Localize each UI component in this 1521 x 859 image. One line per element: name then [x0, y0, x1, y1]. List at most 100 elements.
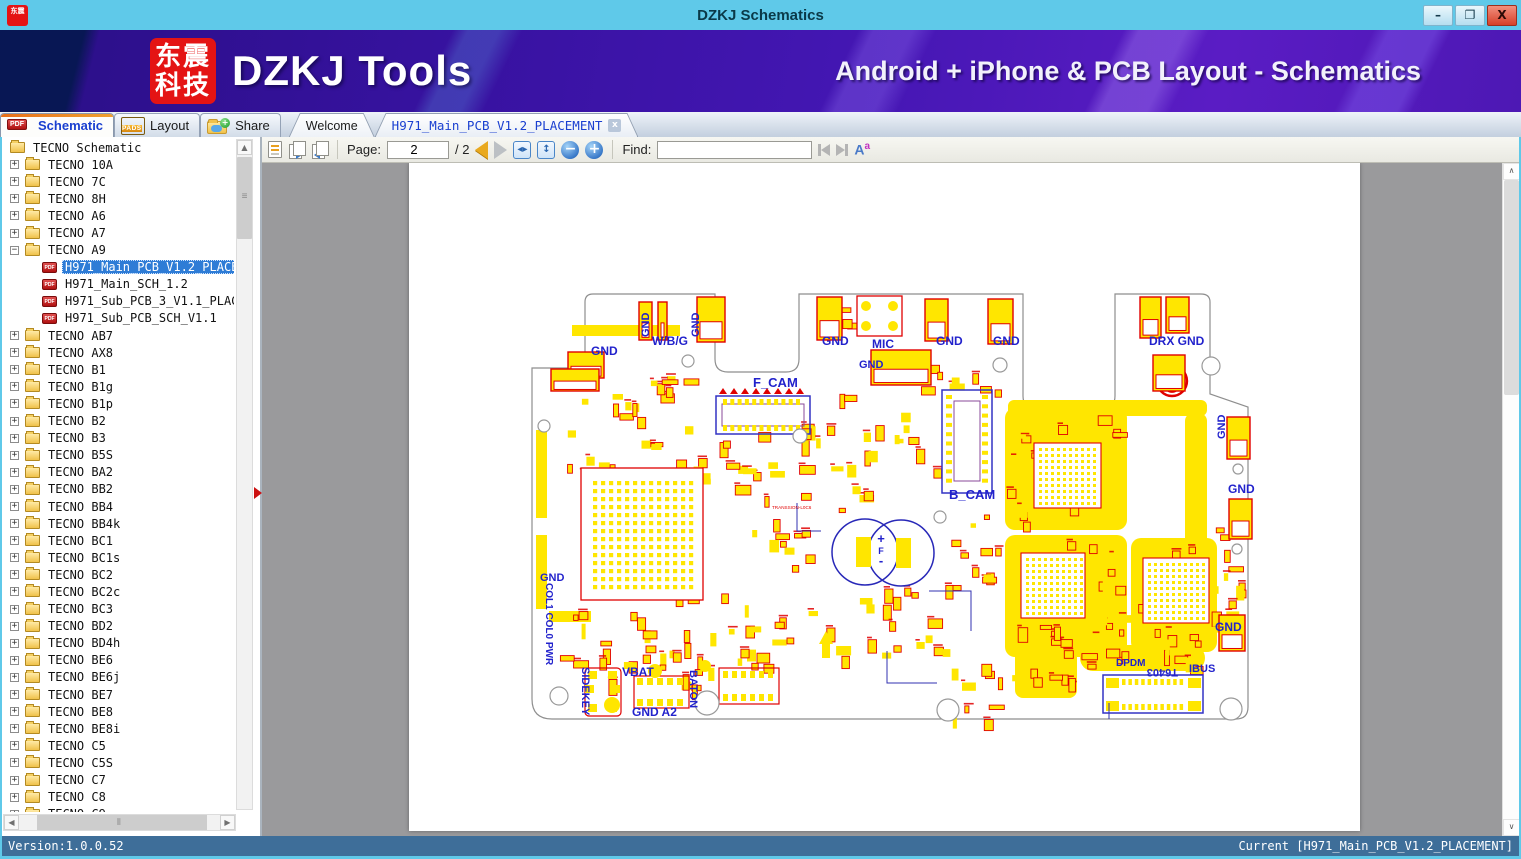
tree-item-folder[interactable]: TECNO Schematic — [2, 139, 234, 156]
tree-vscroll-thumb[interactable] — [237, 157, 252, 239]
expand-icon[interactable]: + — [10, 519, 19, 529]
tree-item-folder[interactable]: + TECNO C7 — [2, 771, 234, 788]
tree-item-label[interactable]: TECNO C8 — [45, 790, 109, 804]
font-size-icon[interactable]: Aa — [854, 141, 870, 158]
tree-item-folder[interactable]: + TECNO BC1s — [2, 549, 234, 566]
tree-item-label[interactable]: TECNO C9 — [45, 807, 109, 812]
tree-item-label[interactable]: H971_Sub_PCB_3_V1.1_PLACEMENT — [62, 294, 234, 308]
tree-item-label[interactable]: TECNO BE8 — [45, 705, 116, 719]
tree-item-label[interactable]: TECNO AX8 — [45, 346, 116, 360]
tree-item-folder[interactable]: + TECNO BB4k — [2, 515, 234, 532]
scroll-up-icon[interactable]: ▲ — [237, 140, 252, 155]
find-next-icon[interactable] — [836, 143, 849, 156]
prev-document-icon[interactable] — [288, 141, 306, 159]
tree-item-folder[interactable]: + TECNO B1p — [2, 395, 234, 412]
doc-tab-placement[interactable]: H971_Main_PCB_V1.2_PLACEMENT x — [376, 114, 638, 137]
tree-item-folder[interactable]: + TECNO BC2c — [2, 583, 234, 600]
previous-page-icon[interactable] — [475, 140, 489, 159]
expand-icon[interactable]: + — [10, 587, 19, 597]
expand-icon[interactable]: + — [10, 741, 19, 751]
next-page-icon[interactable] — [494, 140, 508, 159]
tree-item-label[interactable]: TECNO BB4k — [45, 517, 123, 531]
tab-layout[interactable]: PADS Layout — [114, 113, 201, 137]
fit-width-icon[interactable]: ◂▸ — [513, 140, 532, 159]
expand-icon[interactable]: + — [10, 382, 19, 392]
tree-item-label[interactable]: TECNO BC2c — [45, 585, 123, 599]
viewer-scroll-up-icon[interactable]: ∧ — [1503, 163, 1519, 180]
tree-item-folder[interactable]: + TECNO BD2 — [2, 618, 234, 635]
expand-icon[interactable]: + — [10, 228, 19, 238]
tree-item-folder[interactable]: + TECNO BA2 — [2, 464, 234, 481]
tree-item-folder[interactable]: + TECNO BC2 — [2, 566, 234, 583]
tree-item-label[interactable]: TECNO B5S — [45, 448, 116, 462]
tree-item-pdf[interactable]: PDF H971_Main_PCB_V1.2_PLACEMENT — [2, 259, 234, 276]
tree-item-label[interactable]: TECNO B1p — [45, 397, 116, 411]
tree-item-label[interactable]: TECNO BB2 — [45, 482, 116, 496]
find-previous-icon[interactable] — [818, 143, 831, 156]
tree-item-folder[interactable]: − TECNO A9 — [2, 242, 234, 259]
tree-item-label[interactable]: TECNO BD2 — [45, 619, 116, 633]
expand-icon[interactable]: + — [10, 433, 19, 443]
tree-item-label[interactable]: TECNO 10A — [45, 158, 116, 172]
tree-item-label[interactable]: H971_Sub_PCB_SCH_V1.1 — [62, 311, 220, 325]
tree-item-folder[interactable]: + TECNO C5 — [2, 737, 234, 754]
tree-horizontal-scrollbar[interactable]: ◀ ▶ — [3, 814, 236, 831]
tree-item-folder[interactable]: + TECNO C9 — [2, 806, 234, 812]
tree-item-folder[interactable]: + TECNO 7C — [2, 173, 234, 190]
close-button[interactable]: X — [1487, 4, 1517, 26]
tab-schematic[interactable]: PDF Schematic — [0, 113, 169, 137]
viewer-vscroll-thumb[interactable] — [1504, 180, 1519, 395]
viewer-scroll-down-icon[interactable]: ∨ — [1503, 819, 1519, 836]
tree-item-label[interactable]: TECNO BA2 — [45, 465, 116, 479]
tree-item-folder[interactable]: + TECNO B3 — [2, 430, 234, 447]
single-page-icon[interactable] — [268, 141, 282, 158]
tree-item-label[interactable]: TECNO B1g — [45, 380, 116, 394]
tree-item-label[interactable]: TECNO BC3 — [45, 602, 116, 616]
tree-item-pdf[interactable]: PDF H971_Sub_PCB_SCH_V1.1 — [2, 310, 234, 327]
tree-item-folder[interactable]: + TECNO A6 — [2, 207, 234, 224]
tree-item-label[interactable]: TECNO BB4 — [45, 500, 116, 514]
expand-icon[interactable]: + — [10, 638, 19, 648]
tree-item-label[interactable]: TECNO A9 — [45, 243, 109, 257]
tree-item-label[interactable]: TECNO A7 — [45, 226, 109, 240]
tree-item-label[interactable]: H971_Main_SCH_1.2 — [62, 277, 191, 291]
tree-item-folder[interactable]: + TECNO BC3 — [2, 601, 234, 618]
tree-item-folder[interactable]: + TECNO BB2 — [2, 481, 234, 498]
tree-item-pdf[interactable]: PDF H971_Main_SCH_1.2 — [2, 276, 234, 293]
tree-item-folder[interactable]: + TECNO BD4h — [2, 635, 234, 652]
collapse-icon[interactable]: − — [10, 245, 19, 255]
tree-item-folder[interactable]: + TECNO BB4 — [2, 498, 234, 515]
fit-page-icon[interactable]: ↕ — [537, 140, 556, 159]
expand-icon[interactable]: + — [10, 450, 19, 460]
expand-icon[interactable]: + — [10, 331, 19, 341]
tree-item-label[interactable]: TECNO BD4h — [45, 636, 123, 650]
tree-item-folder[interactable]: + TECNO B1 — [2, 361, 234, 378]
zoom-in-icon[interactable]: + — [585, 140, 604, 159]
scroll-left-icon[interactable]: ◀ — [4, 815, 19, 830]
tree-item-folder[interactable]: + TECNO 8H — [2, 190, 234, 207]
viewer-vertical-scrollbar[interactable]: ∧ ∨ — [1502, 163, 1519, 836]
tree-item-label[interactable]: TECNO C5S — [45, 756, 116, 770]
tree-item-label[interactable]: TECNO BE8i — [45, 722, 123, 736]
expand-icon[interactable]: + — [10, 621, 19, 631]
tree-hscroll-thumb[interactable] — [37, 815, 207, 830]
expand-icon[interactable]: + — [10, 775, 19, 785]
tree-item-label[interactable]: TECNO BC2 — [45, 568, 116, 582]
tree-item-folder[interactable]: + TECNO BE8 — [2, 703, 234, 720]
next-document-icon[interactable] — [310, 141, 329, 159]
expand-icon[interactable]: + — [10, 160, 19, 170]
tree-item-folder[interactable]: + TECNO B1g — [2, 378, 234, 395]
expand-icon[interactable]: + — [10, 467, 19, 477]
expand-icon[interactable]: + — [10, 672, 19, 682]
tree-item-label[interactable]: TECNO AB7 — [45, 329, 116, 343]
tree-item-folder[interactable]: + TECNO AB7 — [2, 327, 234, 344]
tree-item-label[interactable]: TECNO C5 — [45, 739, 109, 753]
expand-icon[interactable]: + — [10, 707, 19, 717]
expand-icon[interactable]: + — [10, 536, 19, 546]
tree-item-label[interactable]: TECNO 8H — [45, 192, 109, 206]
tree-item-label[interactable]: TECNO 7C — [45, 175, 109, 189]
minimize-button[interactable]: – — [1423, 4, 1453, 26]
expand-icon[interactable]: + — [10, 399, 19, 409]
expand-icon[interactable]: + — [10, 809, 19, 812]
tree-item-label[interactable]: TECNO BE7 — [45, 688, 116, 702]
